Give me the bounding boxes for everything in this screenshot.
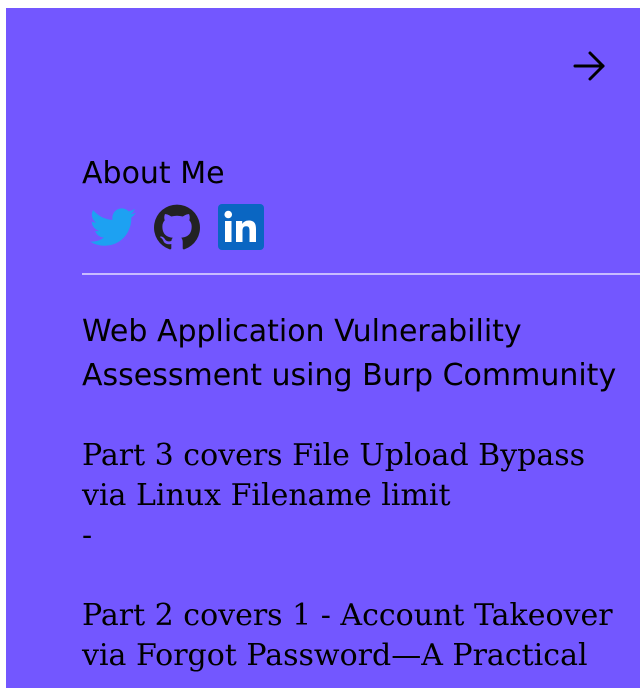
post-separator: - <box>82 518 93 553</box>
about-me-heading: About Me <box>82 156 225 191</box>
github-icon <box>154 204 200 250</box>
social-links <box>90 204 282 250</box>
post-excerpt-part3: Part 3 covers File Upload Bypass via Lin… <box>82 438 586 513</box>
linkedin-link[interactable] <box>218 204 264 250</box>
twitter-link[interactable] <box>90 204 136 250</box>
arrow-right-icon <box>573 51 605 81</box>
divider <box>82 273 640 275</box>
github-link[interactable] <box>154 204 200 250</box>
post-title-link[interactable]: Web Application Vulnerability Assessment… <box>82 310 630 398</box>
twitter-icon <box>90 208 136 246</box>
next-arrow-button[interactable] <box>568 44 612 88</box>
post-excerpt-part2: Part 2 covers 1 - Account Takeover via F… <box>82 598 613 673</box>
sidebar-panel: About Me Web Application Vulnerability A… <box>6 8 640 688</box>
linkedin-icon <box>218 204 264 250</box>
